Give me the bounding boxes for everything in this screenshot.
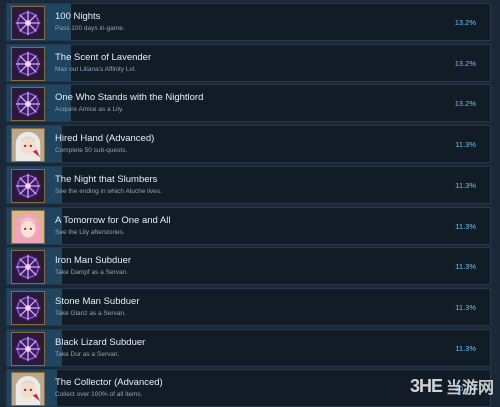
achievement-description: Acquire Amice as a Lily.	[55, 106, 124, 113]
unlock-percent: 11.3%	[455, 303, 476, 312]
achievement-title: The Night that Slumbers	[55, 174, 157, 185]
white-haired-character-icon	[11, 128, 45, 162]
achievement-title: Hired Hand (Advanced)	[55, 133, 154, 144]
achievement-title: The Collector (Advanced)	[55, 377, 163, 388]
purple-sigil-icon	[11, 47, 45, 81]
unlock-percent: 11.3%	[455, 181, 476, 190]
unlock-percent: 13.2%	[455, 18, 476, 27]
unlock-percent: 11.3%	[455, 344, 476, 353]
achievement-description: See the Lily afterstories.	[55, 229, 125, 236]
achievement-description: Pass 100 days in-game.	[55, 25, 125, 32]
achievement-row[interactable]: Hired Hand (Advanced) Complete 50 sub-que…	[6, 125, 491, 163]
achievement-description: Take Dur as a Servan.	[55, 351, 119, 358]
purple-sigil-icon	[11, 332, 45, 366]
achievement-title: The Scent of Lavender	[55, 52, 151, 63]
purple-sigil-icon	[11, 250, 45, 284]
achievement-description: See the ending in which Aluche lives.	[55, 188, 162, 195]
achievement-description: Take Glanz as a Servan.	[55, 310, 126, 317]
achievement-row[interactable]: 100 Nights Pass 100 days in-game. 13.2%	[6, 3, 491, 41]
watermark-logo: 3HE	[410, 376, 442, 397]
purple-sigil-icon	[11, 6, 45, 40]
purple-sigil-icon	[11, 169, 45, 203]
watermark: 3HE 当游网	[410, 374, 494, 398]
achievement-row[interactable]: A Tomorrow for One and All See the Lily a…	[6, 207, 491, 245]
achievement-title: Stone Man Subduer	[55, 296, 140, 307]
achievement-description: Complete 50 sub-quests.	[55, 147, 127, 154]
white-haired-character-icon	[11, 372, 45, 406]
purple-sigil-icon	[11, 291, 45, 325]
achievement-title: A Tomorrow for One and All	[55, 215, 170, 226]
achievement-title: One Who Stands with the Nightlord	[55, 92, 203, 103]
achievement-title: 100 Nights	[55, 11, 100, 22]
achievement-row[interactable]: The Night that Slumbers See the ending in…	[6, 166, 491, 204]
achievement-list: 100 Nights Pass 100 days in-game. 13.2% Th…	[0, 0, 500, 403]
unlock-percent: 13.2%	[455, 59, 476, 68]
unlock-percent: 11.3%	[455, 262, 476, 271]
achievement-row[interactable]: Black Lizard Subduer Take Dur as a Servan…	[6, 329, 491, 367]
achievement-row[interactable]: The Scent of Lavender Max out Liliana's A…	[6, 44, 491, 82]
unlock-percent: 13.2%	[455, 99, 476, 108]
purple-sigil-icon	[11, 87, 45, 121]
achievement-row[interactable]: Iron Man Subduer Take Dampf as a Servan. 1…	[6, 247, 491, 285]
unlock-percent: 11.3%	[455, 140, 476, 149]
watermark-text: 当游网	[446, 374, 494, 398]
achievement-row[interactable]: Stone Man Subduer Take Glanz as a Servan.…	[6, 288, 491, 326]
achievement-description: Max out Liliana's Affinity Lvl.	[55, 66, 136, 73]
pink-haired-character-icon	[11, 210, 45, 244]
achievement-row[interactable]: One Who Stands with the Nightlord Acquire…	[6, 84, 491, 122]
achievement-description: Take Dampf as a Servan.	[55, 269, 128, 276]
achievement-title: Black Lizard Subduer	[55, 337, 145, 348]
achievement-title: Iron Man Subduer	[55, 255, 131, 266]
unlock-percent: 11.3%	[455, 222, 476, 231]
achievement-description: Collect over 100% of all items.	[55, 391, 142, 398]
